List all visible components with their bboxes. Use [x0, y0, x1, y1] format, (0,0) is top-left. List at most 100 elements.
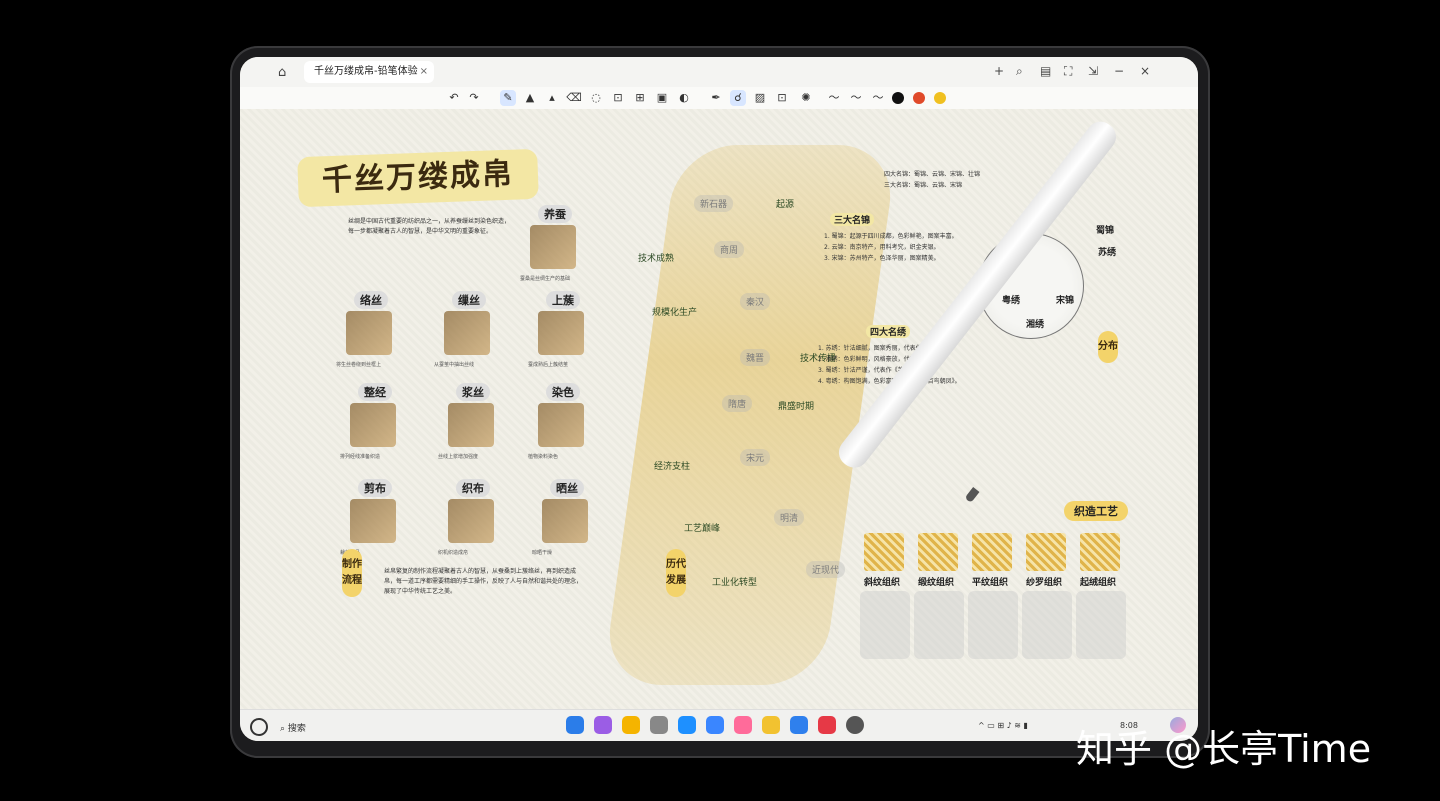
stroke-medium-icon[interactable]: 〜	[848, 90, 864, 106]
craft-caption: 丝线上浆增加强度	[438, 454, 479, 460]
era-label: 隋唐	[722, 395, 753, 412]
craft-caption: 植物染料染色	[528, 454, 559, 460]
page-title: 千丝万缕成帛	[297, 148, 539, 208]
image-icon[interactable]: ▣	[654, 90, 670, 106]
app-icon[interactable]	[734, 716, 752, 734]
era-label: 秦汉	[740, 293, 771, 310]
timeline-node: 鼎盛时期	[778, 402, 815, 412]
insert-icon[interactable]: ⊞	[632, 90, 648, 106]
lasso-icon[interactable]: ◌	[588, 90, 604, 106]
pen-icon[interactable]: ▲	[522, 90, 538, 106]
weave-desc-card	[914, 591, 964, 659]
shape-icon[interactable]: ⊡	[610, 90, 626, 106]
map-tag: 粤绣	[1002, 296, 1021, 306]
app-icon[interactable]	[566, 716, 584, 734]
weave-name: 平纹组织	[972, 578, 1009, 588]
craft-illustration	[542, 499, 588, 543]
close-icon[interactable]: ×	[1140, 64, 1150, 78]
weave-desc-card	[860, 591, 910, 659]
era-label: 明清	[774, 509, 805, 526]
map-tag: 宋锦	[1056, 296, 1075, 306]
tray-icons[interactable]: ^ ▭ ⊞ ♪ ≋ ▮	[978, 721, 1028, 730]
embroidery-title: 四大名绣	[866, 325, 911, 338]
craft-illustration	[350, 499, 396, 543]
timeline-node: 起源	[776, 200, 795, 210]
craft-label: 剪布	[358, 479, 392, 497]
settings-icon[interactable]	[846, 716, 864, 734]
eraser-icon[interactable]: ⌫	[566, 90, 582, 106]
stroke-thick-icon[interactable]: 〜	[870, 90, 886, 106]
app-icon[interactable]	[762, 716, 780, 734]
tab-title: 千丝万缕成帛-铅笔体验	[314, 66, 418, 77]
texture-icon[interactable]: ▨	[752, 90, 768, 106]
craft-label: 缫丝	[452, 291, 486, 309]
undo-icon[interactable]: ↶	[446, 90, 462, 106]
map-tag: 蜀锦	[1096, 226, 1115, 236]
craft-label: 浆丝	[456, 383, 490, 401]
start-icon[interactable]	[250, 718, 268, 736]
taskbar-search[interactable]: ⌕ 搜索	[280, 721, 306, 734]
crop-icon[interactable]: ⊡	[774, 90, 790, 106]
stroke-thin-icon[interactable]: 〜	[826, 90, 842, 106]
brush-icon[interactable]: ✒	[708, 90, 724, 106]
color-yellow-swatch[interactable]	[934, 92, 946, 104]
search-icon[interactable]: ⌕	[1016, 64, 1023, 79]
marker-icon[interactable]: ▴	[544, 90, 560, 106]
craft-label: 上蔟	[546, 291, 580, 309]
app-icon[interactable]	[650, 716, 668, 734]
sticker-icon[interactable]: ◐	[676, 90, 692, 106]
era-label: 新石器	[694, 195, 734, 212]
era-label: 近现代	[806, 561, 846, 578]
era-label: 宋元	[740, 449, 771, 466]
craft-label: 络丝	[354, 291, 388, 309]
pencil-icon[interactable]: ✎	[500, 90, 516, 106]
process-label: 制作流程	[342, 549, 362, 597]
app-icon[interactable]	[706, 716, 724, 734]
sidebar-icon[interactable]: ▤	[1040, 64, 1051, 78]
craft-caption: 排列经线准备织造	[340, 454, 381, 460]
era-label: 商周	[714, 241, 745, 258]
timeline-node: 技术成熟	[638, 254, 675, 264]
color-red-swatch[interactable]	[913, 92, 925, 104]
craft-label: 染色	[546, 383, 580, 401]
craft-illustration	[350, 403, 396, 447]
craft-label: 养蚕	[538, 205, 572, 223]
watermark: 知乎 @长亭Time	[1076, 727, 1372, 771]
restore-icon[interactable]: ⇲	[1088, 64, 1098, 78]
app-icon[interactable]	[818, 716, 836, 734]
weave-swatch	[972, 533, 1012, 571]
app-icon[interactable]	[622, 716, 640, 734]
home-icon[interactable]: ⌂	[278, 65, 292, 80]
weave-swatch	[1026, 533, 1066, 571]
window-titlebar: ⌂ 千丝万缕成帛-铅笔体验 × + ⌕ ▤ ⛶ ⇲ − ×	[240, 57, 1198, 88]
era-label: 魏晋	[740, 349, 771, 366]
timeline-node: 工业化转型	[712, 578, 758, 588]
hand-icon[interactable]: ☌	[730, 90, 746, 106]
craft-illustration	[538, 403, 584, 447]
minimize-icon[interactable]: −	[1114, 64, 1124, 78]
weave-swatch	[918, 533, 958, 571]
weave-name: 斜纹组织	[864, 578, 901, 588]
fullscreen-icon[interactable]: ⛶	[1064, 64, 1072, 79]
add-icon[interactable]: +	[994, 64, 1004, 78]
app-icon[interactable]	[790, 716, 808, 734]
craft-illustration	[444, 311, 490, 355]
color-black-swatch[interactable]	[892, 92, 904, 104]
weave-desc-card	[1022, 591, 1072, 659]
weave-swatch	[1080, 533, 1120, 571]
taskbar: ⌕ 搜索 ^ ▭ ⊞ ♪ ≋ ▮ 8:08	[240, 709, 1198, 741]
weave-desc-card	[968, 591, 1018, 659]
app-icon[interactable]	[678, 716, 696, 734]
map-tag: 湘绣	[1026, 320, 1045, 330]
effect-icon[interactable]: ✺	[798, 90, 814, 106]
app-icon[interactable]	[594, 716, 612, 734]
redo-icon[interactable]: ↷	[466, 90, 482, 106]
distribution-label: 分布	[1098, 331, 1118, 363]
tab-close-icon[interactable]: ×	[420, 61, 428, 83]
brocade-text: 1. 蜀锦：起源于四川成都，色彩鲜艳，图案丰富。 2. 云锦：南京特产，用料考究…	[824, 233, 958, 262]
weave-name: 起绒组织	[1080, 578, 1117, 588]
craft-illustration	[538, 311, 584, 355]
tablet-screen: ⌂ 千丝万缕成帛-铅笔体验 × + ⌕ ▤ ⛶ ⇲ − × ↶ ↷ ✎ ▲ ▴ …	[240, 57, 1198, 741]
tab-document[interactable]: 千丝万缕成帛-铅笔体验 ×	[304, 61, 434, 83]
timeline-node: 规模化生产	[652, 308, 698, 318]
